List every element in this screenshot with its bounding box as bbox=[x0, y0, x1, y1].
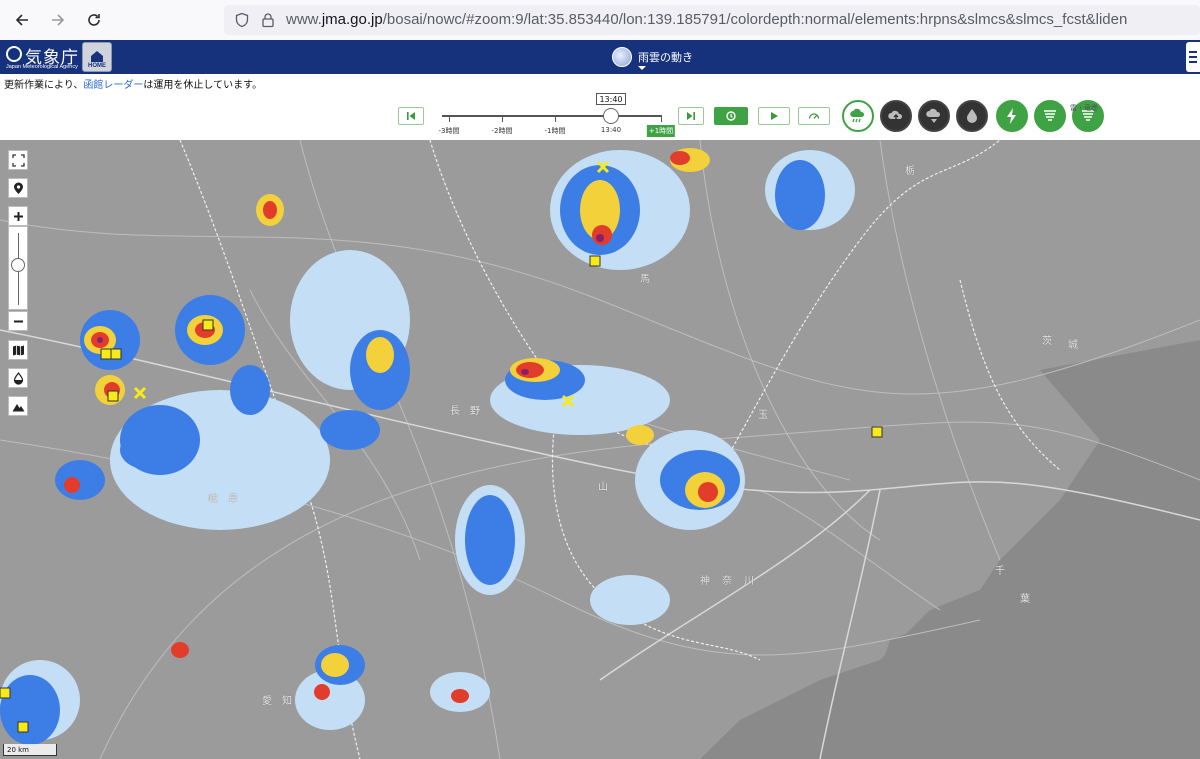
notice-suffix: は運用を休止しています。 bbox=[143, 80, 263, 91]
slider-tick bbox=[555, 116, 556, 122]
speedometer-icon bbox=[808, 113, 820, 119]
location-pin-icon bbox=[13, 182, 23, 194]
url-prefix: www. bbox=[286, 11, 322, 28]
slider-tick bbox=[661, 116, 662, 122]
zoom-in-button[interactable] bbox=[8, 206, 28, 226]
map-place-label: 山 bbox=[598, 482, 608, 493]
rain-cloud-toggle[interactable] bbox=[842, 100, 874, 132]
map-icon bbox=[12, 345, 24, 355]
jma-logo-mark-icon bbox=[6, 46, 22, 62]
skip-end-icon bbox=[687, 112, 695, 120]
map-place-label: 馬 bbox=[640, 274, 650, 285]
menu-icon[interactable] bbox=[1186, 42, 1200, 72]
browser-toolbar: www.jma.go.jp/bosai/nowc/#zoom:9/lat:35.… bbox=[0, 0, 1200, 41]
map-place-label: 岐 bbox=[208, 494, 218, 505]
site-header bbox=[0, 40, 1200, 74]
cloud-upload-toggle[interactable] bbox=[880, 100, 912, 132]
map-scale-bar: 20 km bbox=[3, 744, 57, 756]
tick-label: 13:40 bbox=[600, 126, 622, 134]
home-button[interactable]: HOME bbox=[82, 42, 112, 72]
current-time-bubble: 13:40 bbox=[596, 93, 626, 105]
map-place-label: 知 bbox=[282, 696, 292, 707]
radar-map[interactable] bbox=[0, 140, 1200, 759]
drop-half-icon bbox=[13, 371, 23, 385]
shield-icon[interactable] bbox=[234, 12, 250, 28]
back-arrow-icon[interactable] bbox=[10, 8, 34, 32]
plus-icon bbox=[13, 211, 23, 221]
forward-arrow-icon[interactable] bbox=[46, 8, 70, 32]
rain-cloud-icon bbox=[850, 108, 865, 123]
time-slider-thumb[interactable] bbox=[603, 108, 619, 124]
map-place-label: 阜 bbox=[228, 494, 238, 505]
slider-tick bbox=[449, 116, 450, 122]
map-place-label: 栃 bbox=[905, 166, 915, 177]
tornado-toggle[interactable] bbox=[1034, 100, 1066, 132]
chevron-down-icon[interactable] bbox=[638, 66, 646, 70]
map-place-label: 城 bbox=[1068, 340, 1078, 351]
cloud-umbrella-icon bbox=[926, 108, 941, 123]
map-place-label: 千 bbox=[995, 566, 1005, 577]
lightning-toggle[interactable] bbox=[996, 100, 1028, 132]
map-layer-button[interactable] bbox=[8, 340, 28, 360]
skip-end-button[interactable] bbox=[678, 107, 704, 125]
minus-icon bbox=[13, 320, 23, 322]
element-label: 雷・竜巻 bbox=[1070, 104, 1098, 112]
map-place-label: 神 bbox=[700, 576, 710, 587]
page-title-menu[interactable]: 雨雲の動き bbox=[612, 47, 693, 67]
page-title: 雨雲の動き bbox=[638, 51, 693, 64]
map-place-label: 野 bbox=[470, 406, 480, 417]
lock-icon[interactable] bbox=[260, 12, 276, 28]
globe-icon bbox=[612, 47, 632, 67]
zoom-slider-knob[interactable] bbox=[11, 258, 25, 272]
location-button[interactable] bbox=[8, 178, 28, 198]
tornado-icon bbox=[1044, 110, 1056, 121]
map-place-label: 葉 bbox=[1020, 594, 1030, 605]
skip-start-icon bbox=[407, 112, 415, 120]
map-place-label: 長 bbox=[450, 406, 460, 417]
rain-drop-toggle[interactable] bbox=[956, 100, 988, 132]
zoom-out-button[interactable] bbox=[8, 311, 28, 331]
time-slider-track[interactable] bbox=[442, 115, 662, 117]
map-place-label: 奈 bbox=[722, 576, 732, 587]
logo-text-en: Japan Meteorological Agency bbox=[6, 64, 78, 70]
tick-label: -1時間 bbox=[544, 127, 566, 135]
home-label: HOME bbox=[88, 63, 106, 69]
speed-button[interactable] bbox=[798, 107, 830, 125]
skip-start-button[interactable] bbox=[398, 107, 424, 125]
mountain-icon bbox=[12, 403, 24, 411]
refresh-clock-icon bbox=[726, 111, 736, 121]
map-place-label: 愛 bbox=[262, 696, 272, 707]
map-place-label: 茨 bbox=[1042, 336, 1052, 347]
slider-tick bbox=[502, 116, 503, 122]
fullscreen-button[interactable] bbox=[8, 150, 28, 170]
notice-link[interactable]: 函館レーダー bbox=[83, 80, 143, 91]
play-button[interactable] bbox=[758, 107, 790, 125]
tick-label: -2時間 bbox=[491, 127, 513, 135]
fullscreen-icon bbox=[11, 153, 25, 167]
tick-label: -3時間 bbox=[438, 127, 460, 135]
jma-logo[interactable]: 気象庁 Japan Meteorological Agency bbox=[6, 44, 78, 72]
latest-button[interactable] bbox=[714, 107, 748, 125]
url-path: /bosai/nowc/#zoom:9/lat:35.853440/lon:13… bbox=[382, 11, 1128, 28]
house-icon bbox=[91, 51, 103, 62]
map-place-label: 川 bbox=[744, 576, 754, 587]
map-canvas[interactable]: 栃 茨 城 玉 山 神 奈 川 千 葉 馬 野 長 岐 阜 愛 知 20 km bbox=[0, 140, 1200, 759]
map-place-label: 玉 bbox=[758, 410, 768, 421]
url-bar[interactable]: www.jma.go.jp/bosai/nowc/#zoom:9/lat:35.… bbox=[224, 5, 1200, 35]
cloud-arrow-icon bbox=[888, 110, 903, 121]
color-depth-button[interactable] bbox=[8, 368, 28, 388]
lightning-icon bbox=[1007, 108, 1016, 124]
cloud-forecast-toggle[interactable] bbox=[918, 100, 950, 132]
reload-icon[interactable] bbox=[82, 8, 106, 32]
url-domain: jma.go.jp bbox=[321, 11, 383, 28]
zoom-slider[interactable] bbox=[8, 226, 28, 310]
play-icon bbox=[771, 112, 778, 120]
terrain-button[interactable] bbox=[8, 396, 28, 416]
water-drop-icon bbox=[967, 109, 977, 123]
url-text[interactable]: www.jma.go.jp/bosai/nowc/#zoom:9/lat:35.… bbox=[286, 11, 1127, 28]
tick-label-forecast: +1時間 bbox=[646, 125, 676, 137]
notice-prefix: 更新作業により、 bbox=[4, 80, 84, 91]
notice-text: 更新作業により、函館レーダーは運用を休止しています。 bbox=[4, 76, 262, 91]
